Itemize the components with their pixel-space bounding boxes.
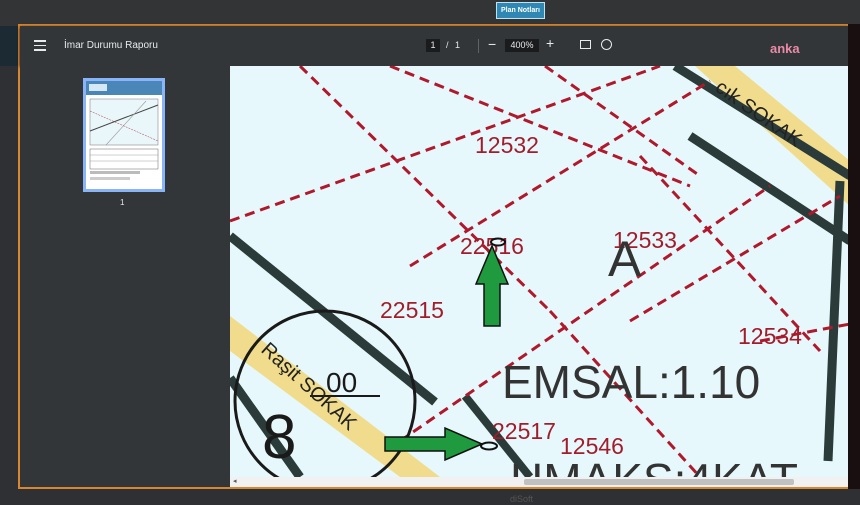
- parcel-number: 22515: [380, 297, 444, 323]
- thumbnail-page-number: 1: [120, 198, 125, 207]
- document-title: İmar Durumu Raporu: [64, 40, 158, 51]
- page-total: 1: [455, 40, 461, 50]
- background-right-strip: [848, 24, 860, 489]
- zone-letter: A: [608, 231, 642, 287]
- watermark-logo: anka: [770, 41, 800, 56]
- parcel-number: 12532: [475, 132, 539, 158]
- background-left-strip: [0, 26, 18, 66]
- zoom-in-button[interactable]: +: [546, 35, 554, 51]
- page-number-input[interactable]: 1: [426, 39, 440, 52]
- fit-page-icon[interactable]: [580, 40, 591, 49]
- thumbnail-sidebar: 1: [20, 66, 230, 487]
- horizontal-scrollbar[interactable]: ◂: [230, 477, 850, 487]
- rotate-icon[interactable]: [601, 39, 612, 50]
- page-thumbnail[interactable]: [83, 78, 165, 192]
- emsal-label: EMSAL:1.10: [502, 356, 760, 408]
- zoom-out-button[interactable]: −: [488, 36, 496, 52]
- scroll-left-icon[interactable]: ◂: [233, 477, 237, 487]
- pdf-toolbar: İmar Durumu Raporu 1 / 1 − 400% + anka: [20, 26, 848, 66]
- zoning-map: 8 00 cık SOKAK Raşit SOKAK 12532 22516 1…: [230, 66, 850, 477]
- menu-icon[interactable]: [34, 40, 46, 51]
- background-footer-text: diSoft: [510, 494, 534, 504]
- hmaks-label: HMAKS:4KAT: [510, 454, 798, 477]
- toolbar-divider: [478, 39, 479, 53]
- pdf-viewer: İmar Durumu Raporu 1 / 1 − 400% + anka 1…: [18, 24, 850, 489]
- road-width-value: 8: [262, 403, 296, 472]
- plan-notes-button[interactable]: Plan Notları: [496, 2, 545, 19]
- page-separator: /: [446, 40, 449, 50]
- zoom-level-input[interactable]: 400%: [505, 39, 539, 52]
- thumbnail-preview-icon: [86, 81, 162, 180]
- background-top-bar: [0, 0, 860, 26]
- parcel-number: 12534: [738, 323, 802, 349]
- parcel-number: 22517: [492, 418, 556, 444]
- scrollbar-thumb[interactable]: [524, 479, 794, 485]
- document-content[interactable]: 8 00 cık SOKAK Raşit SOKAK 12532 22516 1…: [230, 66, 850, 477]
